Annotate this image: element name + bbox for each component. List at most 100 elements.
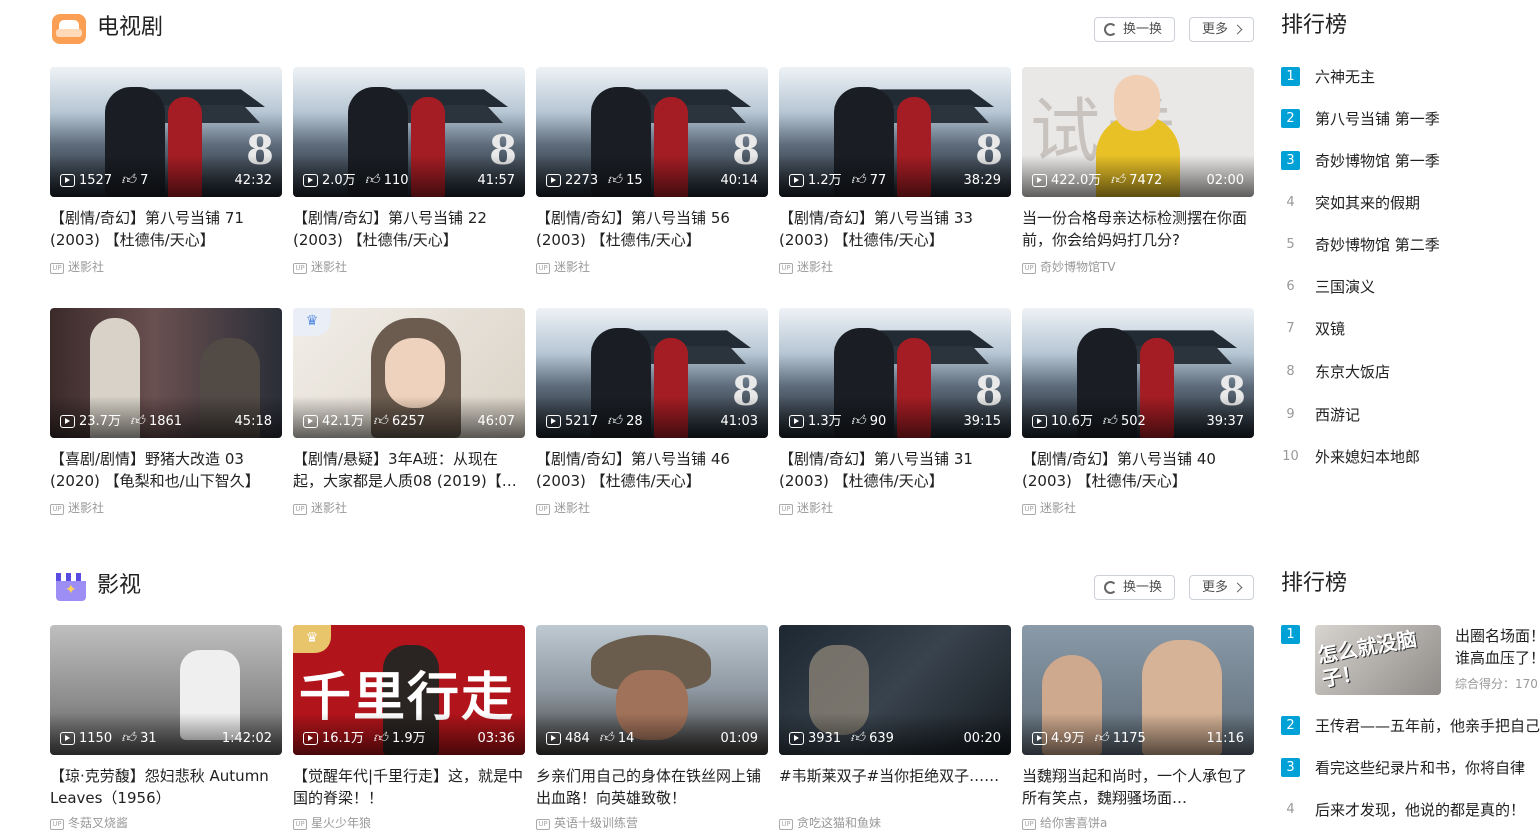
like-count: 14: [617, 731, 635, 746]
rank-top-title[interactable]: 出圈名场面！谁高血压了！: [1455, 625, 1540, 669]
play-count-icon: [1032, 732, 1047, 745]
video-title[interactable]: 乡亲们用自己的身体在铁丝网上铺出血路！向英雄致敬！: [536, 765, 768, 809]
duration: 38:29: [963, 173, 1001, 188]
up-icon: UP: [50, 819, 64, 830]
play-count: 1150: [79, 731, 113, 746]
video-card[interactable]: 1150 👍︎ 31 1:42:02 【琼·克劳馥】怨妇悲秋 Autumn Leave…: [50, 625, 282, 831]
duration: 01:09: [720, 731, 758, 746]
play-count: 484: [565, 731, 590, 746]
uploader[interactable]: UP 迷影社: [1022, 500, 1254, 516]
video-card[interactable]: 8 2.0万 👍︎ 110 41:57 【剧情/奇幻】第八号当铺 22 (2003) …: [293, 67, 525, 275]
rank-panel: 排行榜 1 六神无主 2 第八号当铺 第一季 3 奇妙博物馆 第一季 4 突如其来的假期…: [1281, 0, 1540, 480]
video-thumbnail[interactable]: 484 👍︎ 14 01:09: [536, 625, 768, 755]
rank-name: 双镜: [1315, 320, 1346, 338]
duration: 45:18: [234, 414, 272, 429]
video-card[interactable]: 8 1.3万 👍︎ 90 39:15 【剧情/奇幻】第八号当铺 31 (2003) 【…: [779, 308, 1011, 516]
video-title[interactable]: 【剧情/奇幻】第八号当铺 33 (2003) 【杜德伟/天心】: [779, 207, 1011, 251]
play-count: 23.7万: [79, 414, 121, 429]
play-count-icon: [60, 732, 75, 745]
video-card[interactable]: ♛ 42.1万 👍︎ 6257 46:07 【剧情/悬疑】3年A班：从现在起，大家都是…: [293, 308, 525, 516]
video-card[interactable]: 千里行走 ♛ 16.1万 👍︎ 1.9万 03:36 【觉醒年代|千里行走】这，就是中国…: [293, 625, 525, 831]
video-thumbnail[interactable]: 8 1.2万 👍︎ 77 38:29: [779, 67, 1011, 197]
video-thumbnail[interactable]: 23.7万 👍︎ 1861 45:18: [50, 308, 282, 438]
video-thumbnail[interactable]: 8 2273 👍︎ 15 40:14: [536, 67, 768, 197]
play-count-icon: [303, 174, 318, 187]
uploader[interactable]: UP 英语十级训练营: [536, 815, 768, 831]
video-thumbnail[interactable]: 8 5217 👍︎ 28 41:03: [536, 308, 768, 438]
video-thumbnail[interactable]: ♛ 42.1万 👍︎ 6257 46:07: [293, 308, 525, 438]
video-title[interactable]: 【剧情/奇幻】第八号当铺 40 (2003) 【杜德伟/天心】: [1022, 448, 1254, 492]
play-count: 10.6万: [1051, 414, 1093, 429]
video-title[interactable]: 【剧情/奇幻】第八号当铺 56 (2003) 【杜德伟/天心】: [536, 207, 768, 251]
section-header: 电视剧 换一换 更多: [50, 10, 1255, 46]
uploader[interactable]: UP 贪吃这猫和鱼妹: [779, 815, 1011, 831]
uploader[interactable]: UP 奇妙博物馆TV: [1022, 259, 1254, 275]
uploader[interactable]: UP 迷影社: [293, 259, 525, 275]
uploader-name: 奇妙博物馆TV: [1040, 260, 1116, 274]
video-thumbnail[interactable]: 3931 👍︎ 639 00:20: [779, 625, 1011, 755]
duration: 39:15: [963, 414, 1001, 429]
video-card[interactable]: 484 👍︎ 14 01:09 乡亲们用自己的身体在铁丝网上铺出血路！向英雄致敬！ U…: [536, 625, 768, 831]
uploader-name: 星火少年狼: [311, 816, 372, 830]
rank-name: 后来才发现，他说的都是真的！: [1315, 801, 1526, 819]
uploader[interactable]: UP 迷影社: [536, 500, 768, 516]
video-title[interactable]: 当一份合格母亲达标检测摆在你面前，你会给妈妈打几分?: [1022, 207, 1254, 251]
video-card[interactable]: 8 2273 👍︎ 15 40:14 【剧情/奇幻】第八号当铺 56 (2003) 【…: [536, 67, 768, 275]
play-count-icon: [1032, 174, 1047, 187]
duration: 02:00: [1206, 173, 1244, 188]
duration: 42:32: [234, 173, 272, 188]
video-thumbnail[interactable]: 4.9万 👍︎ 1175 11:16: [1022, 625, 1254, 755]
video-thumbnail[interactable]: 8 1527 👍︎ 7 42:32: [50, 67, 282, 197]
refresh-button[interactable]: 换一换: [1094, 17, 1175, 42]
video-card[interactable]: 8 1.2万 👍︎ 77 38:29 【剧情/奇幻】第八号当铺 33 (2003) 【…: [779, 67, 1011, 275]
more-button[interactable]: 更多: [1189, 17, 1254, 42]
uploader[interactable]: UP 迷影社: [293, 500, 525, 516]
like-icon: 👍︎: [1093, 730, 1109, 746]
refresh-button[interactable]: 换一换: [1094, 575, 1175, 600]
like-icon: 👍︎: [372, 730, 388, 746]
play-count: 1.3万: [808, 414, 842, 429]
play-count: 16.1万: [322, 731, 364, 746]
play-count: 3931: [808, 731, 842, 746]
video-card[interactable]: 试卷 422.0万👍︎747202:00 当一份合格母亲达标检测摆在你面前，你会…: [1022, 67, 1254, 275]
video-title[interactable]: #韦斯莱双子#当你拒绝双子……: [779, 765, 1011, 809]
video-title[interactable]: 当魏翔当起和尚时，一个人承包了所有笑点，魏翔骚场面…: [1022, 765, 1254, 809]
video-thumbnail[interactable]: 千里行走 ♛ 16.1万 👍︎ 1.9万 03:36: [293, 625, 525, 755]
up-icon: UP: [536, 263, 550, 274]
uploader[interactable]: UP 给你害喜饼a: [1022, 815, 1254, 831]
video-title[interactable]: 【剧情/悬疑】3年A班：从现在起，大家都是人质08 (2019)【菅田将晖】: [293, 448, 525, 492]
video-thumbnail[interactable]: 8 2.0万 👍︎ 110 41:57: [293, 67, 525, 197]
uploader[interactable]: UP 迷影社: [779, 500, 1011, 516]
rank-panel: 排行榜 1 怎么就没脑子！ 出圈名场面！谁高血压了！ 综合得分：170 2 王传君…: [1281, 558, 1540, 837]
video-thumbnail[interactable]: 1150 👍︎ 31 1:42:02: [50, 625, 282, 755]
video-card[interactable]: 8 5217 👍︎ 28 41:03 【剧情/奇幻】第八号当铺 46 (2003) 【…: [536, 308, 768, 516]
more-button[interactable]: 更多: [1189, 575, 1254, 600]
video-card[interactable]: 8 1527 👍︎ 7 42:32 【剧情/奇幻】第八号当铺 71 (2003) 【杜…: [50, 67, 282, 275]
video-title[interactable]: 【剧情/奇幻】第八号当铺 31 (2003) 【杜德伟/天心】: [779, 448, 1011, 492]
video-title[interactable]: 【觉醒年代|千里行走】这，就是中国的脊梁！！: [293, 765, 525, 809]
uploader[interactable]: UP 迷影社: [779, 259, 1011, 275]
video-card[interactable]: 8 10.6万 👍︎ 502 39:37 【剧情/奇幻】第八号当铺 40 (2003)…: [1022, 308, 1254, 516]
video-thumbnail[interactable]: 试卷 422.0万👍︎747202:00: [1022, 67, 1254, 197]
uploader[interactable]: UP 星火少年狼: [293, 815, 525, 831]
crown-icon: ♛: [293, 308, 331, 336]
video-card[interactable]: 4.9万 👍︎ 1175 11:16 当魏翔当起和尚时，一个人承包了所有笑点，魏翔骚场…: [1022, 625, 1254, 831]
video-title[interactable]: 【剧情/奇幻】第八号当铺 22 (2003) 【杜德伟/天心】: [293, 207, 525, 251]
rank-number: 9: [1286, 407, 1295, 422]
video-card[interactable]: 3931 👍︎ 639 00:20 #韦斯莱双子#当你拒绝双子…… UP 贪吃这猫和鱼妹: [779, 625, 1011, 831]
uploader[interactable]: UP 迷影社: [536, 259, 768, 275]
uploader[interactable]: UP 迷影社: [50, 259, 282, 275]
rank-top-thumbnail[interactable]: 怎么就没脑子！: [1315, 625, 1441, 695]
video-title[interactable]: 【琼·克劳馥】怨妇悲秋 Autumn Leaves（1956）: [50, 765, 282, 809]
like-count: 15: [626, 173, 643, 188]
video-thumbnail[interactable]: 8 1.3万 👍︎ 90 39:15: [779, 308, 1011, 438]
uploader[interactable]: UP 迷影社: [50, 500, 282, 516]
video-title[interactable]: 【喜剧/剧情】野猪大改造 03 (2020) 【龟梨和也/山下智久】: [50, 448, 282, 492]
rank-top-item[interactable]: 1 怎么就没脑子！ 出圈名场面！谁高血压了！ 综合得分：170: [1281, 625, 1540, 701]
uploader[interactable]: UP 冬菇叉烧酱: [50, 815, 282, 831]
video-card[interactable]: 23.7万 👍︎ 1861 45:18 【喜剧/剧情】野猪大改造 03 (2020) …: [50, 308, 282, 516]
video-title[interactable]: 【剧情/奇幻】第八号当铺 46 (2003) 【杜德伟/天心】: [536, 448, 768, 492]
video-thumbnail[interactable]: 8 10.6万 👍︎ 502 39:37: [1022, 308, 1254, 438]
rank-number: 4: [1286, 802, 1295, 817]
video-title[interactable]: 【剧情/奇幻】第八号当铺 71 (2003) 【杜德伟/天心】: [50, 207, 282, 251]
